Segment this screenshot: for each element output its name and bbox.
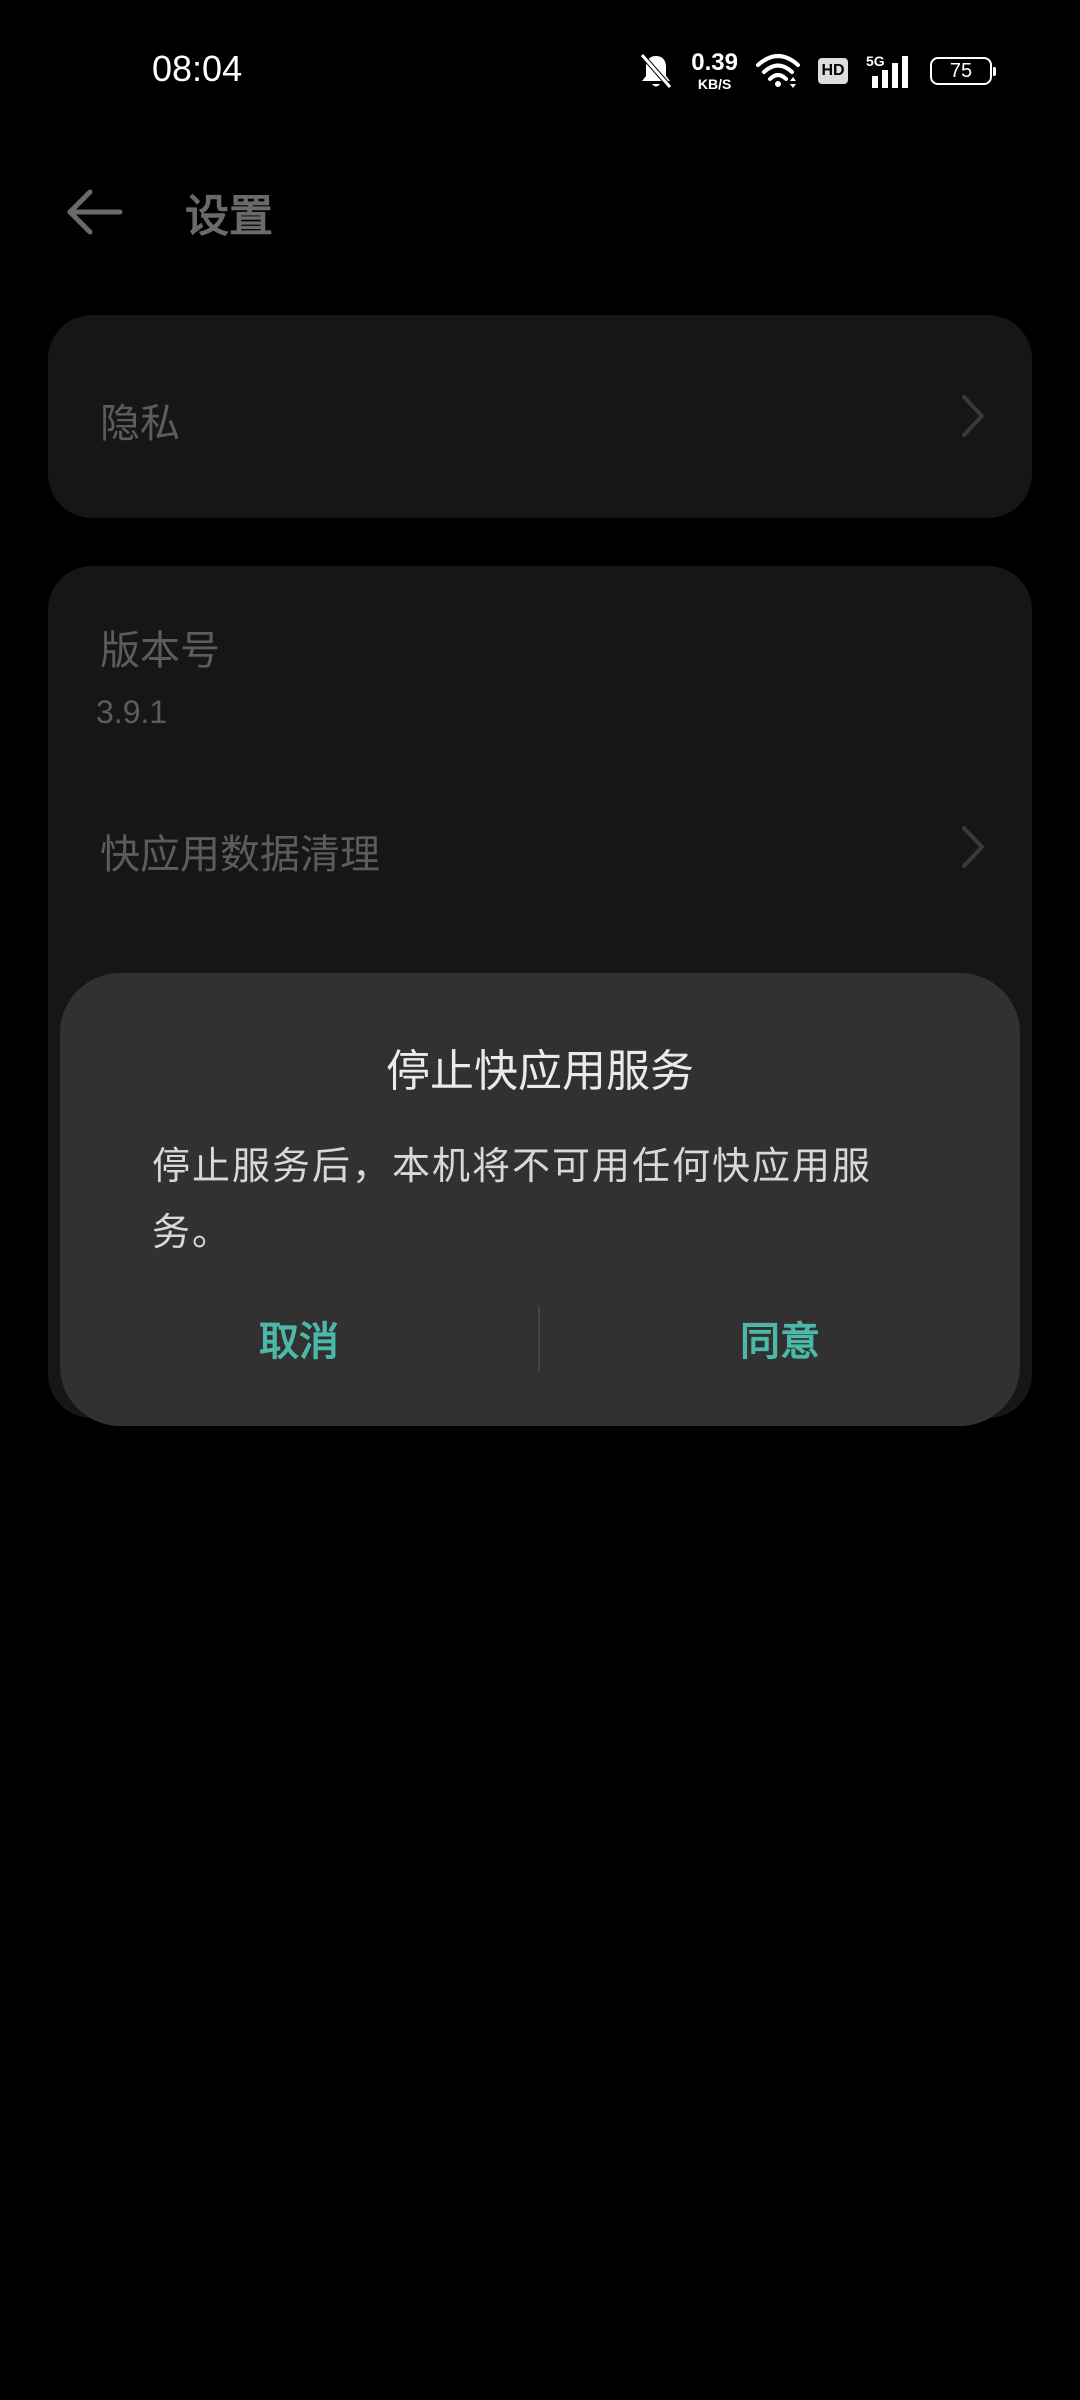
agree-button[interactable]: 同意 — [540, 1273, 1020, 1403]
status-time: 08:04 — [152, 48, 243, 89]
svg-text:5G: 5G — [866, 53, 885, 69]
chevron-right-icon — [962, 395, 984, 437]
stop-service-dialog: 停止快应用服务 停止服务后，本机将不可用任何快应用服务。 取消 同意 — [60, 973, 1020, 1426]
page-title: 设置 — [185, 191, 273, 242]
chevron-right-icon — [962, 826, 984, 868]
signal-5g-icon: 5G — [866, 53, 908, 88]
clear-data-item[interactable]: 快应用数据清理 — [100, 822, 380, 880]
battery-icon: 75 — [930, 57, 996, 85]
arrow-left-icon[interactable] — [64, 182, 124, 242]
screen: 08:04 0.39 KB/S HD 5G 75 设置 隐私 版本号 3.9.1… — [0, 0, 1080, 2400]
dialog-message: 停止服务后，本机将不可用任何快应用服务。 — [152, 1144, 873, 1254]
bell-muted-icon — [640, 53, 673, 89]
version-value: 3.9.1 — [96, 694, 168, 730]
header: 设置 — [0, 160, 1080, 260]
net-speed-unit: KB/S — [697, 76, 732, 92]
cancel-button[interactable]: 取消 — [60, 1273, 538, 1403]
status-bar: 08:04 0.39 KB/S HD 5G 75 — [0, 0, 1080, 140]
net-speed: 0.39 KB/S — [691, 49, 738, 92]
battery-level: 75 — [949, 59, 973, 82]
privacy-item[interactable]: 隐私 — [48, 315, 1032, 518]
wifi-icon — [756, 54, 800, 88]
version-label: 版本号 — [100, 628, 220, 674]
net-speed-value: 0.39 — [691, 49, 738, 76]
status-icons: 0.39 KB/S HD 5G 75 — [639, 49, 996, 92]
hd-icon: HD — [818, 58, 848, 84]
privacy-label: 隐私 — [100, 401, 180, 447]
dialog-title: 停止快应用服务 — [386, 1046, 694, 1097]
